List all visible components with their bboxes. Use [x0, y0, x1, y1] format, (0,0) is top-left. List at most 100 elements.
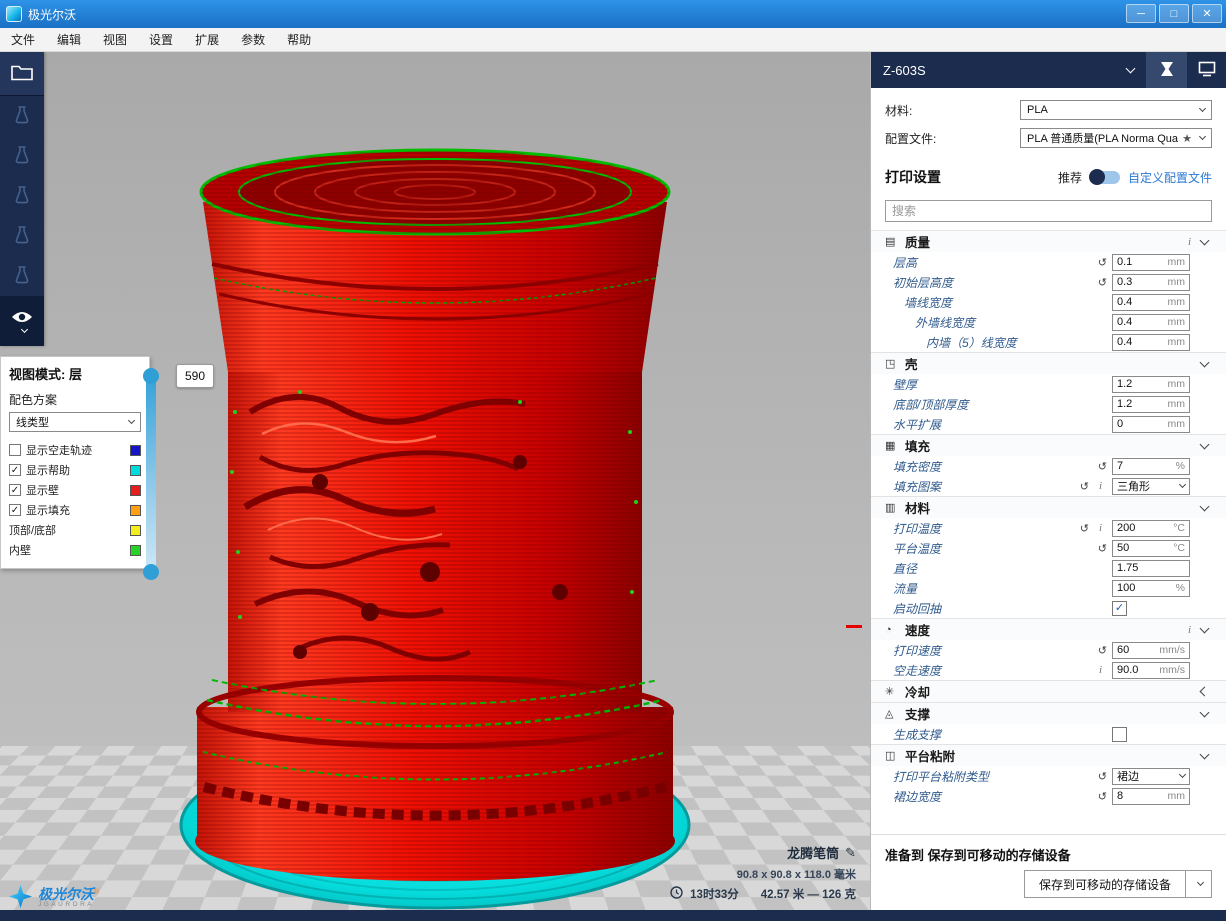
material-select[interactable]: PLA	[1020, 100, 1212, 120]
menu-item-3[interactable]: 设置	[138, 28, 184, 51]
setting-value: 50	[1117, 542, 1173, 554]
move-tool-button[interactable]	[0, 96, 44, 136]
section-header-2[interactable]: ▦填充	[871, 434, 1226, 456]
setting-input[interactable]: 1.75	[1112, 560, 1190, 577]
reset-icon[interactable]: ↺	[1098, 460, 1107, 473]
recommended-label: 推荐	[1058, 169, 1082, 186]
chevron-down-icon	[20, 326, 27, 333]
menu-item-6[interactable]: 帮助	[276, 28, 322, 51]
view-option-checkbox[interactable]: ✓	[9, 504, 21, 516]
chevron-down-icon[interactable]	[1200, 357, 1210, 367]
menu-item-1[interactable]: 编辑	[46, 28, 92, 51]
view-option-checkbox[interactable]	[9, 444, 21, 456]
setting-input[interactable]: 1.2mm	[1112, 376, 1190, 393]
setting-input[interactable]: 0.1mm	[1112, 254, 1190, 271]
setting-input[interactable]: 60mm/s	[1112, 642, 1190, 659]
reset-icon[interactable]: ↺	[1098, 542, 1107, 555]
view-mode-panel: 视图模式: 层 配色方案 线类型 显示空走轨迹✓显示帮助✓显示壁✓显示填充顶部/…	[0, 356, 150, 569]
chevron-down-icon[interactable]	[1200, 749, 1210, 759]
save-to-removable-button[interactable]: 保存到可移动的存储设备	[1024, 870, 1186, 898]
setting-input[interactable]: 0mm	[1112, 416, 1190, 433]
settings-sections: ▤质量i层高↺0.1mm初始层高度↺0.3mm墙线宽度0.4mm外墙线宽度0.4…	[871, 230, 1226, 806]
info-icon[interactable]: i	[1183, 624, 1196, 636]
menu-item-5[interactable]: 参数	[230, 28, 276, 51]
info-icon[interactable]: i	[1094, 522, 1107, 534]
machine-select[interactable]: Z-603S	[871, 52, 1146, 88]
model-info-overlay: 龙腾笔筒 ✎ 90.8 x 90.8 x 118.0 毫米 13时33分 42.…	[670, 843, 856, 902]
layer-slider-handle-top[interactable]	[143, 368, 159, 384]
setting-input[interactable]: 7%	[1112, 458, 1190, 475]
recommended-toggle[interactable]	[1090, 171, 1120, 184]
setting-input[interactable]: 50°C	[1112, 540, 1190, 557]
section-header-5[interactable]: ✳冷却	[871, 680, 1226, 702]
chevron-down-icon[interactable]	[1200, 235, 1210, 245]
open-file-button[interactable]	[0, 52, 44, 96]
rotate-tool-button[interactable]	[0, 176, 44, 216]
setting-input[interactable]: 100%	[1112, 580, 1190, 597]
setting-input[interactable]: 0.4mm	[1112, 314, 1190, 331]
layer-slider-handle-bottom[interactable]	[143, 564, 159, 580]
chevron-left-icon[interactable]	[1200, 687, 1210, 697]
chevron-down-icon[interactable]	[1200, 623, 1210, 633]
section-header-3[interactable]: ▥材料	[871, 496, 1226, 518]
setting-input[interactable]: 0.4mm	[1112, 294, 1190, 311]
reset-icon[interactable]: ↺	[1098, 276, 1107, 289]
color-swatch	[130, 525, 141, 536]
info-icon[interactable]: i	[1094, 664, 1107, 676]
info-icon[interactable]: i	[1183, 236, 1196, 248]
color-swatch	[130, 545, 141, 556]
view-option-checkbox[interactable]: ✓	[9, 464, 21, 476]
section-header-1[interactable]: ◳壳	[871, 352, 1226, 374]
close-button[interactable]: ✕	[1192, 4, 1222, 23]
menu-item-2[interactable]: 视图	[92, 28, 138, 51]
setting-row: 填充图案↺i三角形	[871, 476, 1226, 496]
slice-view-button[interactable]	[1146, 52, 1186, 88]
setting-unit: mm/s	[1159, 644, 1185, 656]
setting-unit: mm	[1168, 336, 1186, 348]
setting-input[interactable]: 0.3mm	[1112, 274, 1190, 291]
setting-select[interactable]: 裙边	[1112, 768, 1190, 785]
reset-icon[interactable]: ↺	[1080, 522, 1089, 535]
custom-profile-link[interactable]: 自定义配置文件	[1128, 169, 1212, 186]
mirror-tool-button[interactable]	[0, 216, 44, 256]
settings-search-input[interactable]	[885, 200, 1212, 222]
layer-slider-track[interactable]	[146, 368, 156, 580]
view-option-checkbox[interactable]: ✓	[9, 484, 21, 496]
reset-icon[interactable]: ↺	[1080, 480, 1089, 493]
reset-icon[interactable]: ↺	[1098, 770, 1107, 783]
setting-value: 60	[1117, 644, 1159, 656]
menu-item-0[interactable]: 文件	[0, 28, 46, 51]
chevron-down-icon[interactable]	[1200, 707, 1210, 717]
edit-pencil-icon[interactable]: ✎	[845, 845, 856, 861]
color-scheme-select[interactable]: 线类型	[9, 412, 141, 432]
setting-input[interactable]: 1.2mm	[1112, 396, 1190, 413]
setting-value: 裙边	[1117, 768, 1176, 784]
reset-icon[interactable]: ↺	[1098, 790, 1107, 803]
chevron-down-icon[interactable]	[1200, 439, 1210, 449]
info-icon[interactable]: i	[1094, 480, 1107, 492]
setting-select[interactable]: 三角形	[1112, 478, 1190, 495]
section-header-7[interactable]: ◫平台粘附	[871, 744, 1226, 766]
maximize-button[interactable]: □	[1159, 4, 1189, 23]
layer-view-button[interactable]	[0, 296, 44, 346]
setting-label: 初始层高度	[893, 274, 1093, 291]
profile-select[interactable]: PLA 普通质量(PLA Norma Qua ★	[1020, 128, 1212, 148]
minimize-button[interactable]: ─	[1126, 4, 1156, 23]
setting-input[interactable]: 0.4mm	[1112, 334, 1190, 351]
chevron-down-icon[interactable]	[1200, 501, 1210, 511]
section-header-0[interactable]: ▤质量i	[871, 230, 1226, 252]
menu-item-4[interactable]: 扩展	[184, 28, 230, 51]
setting-checkbox[interactable]: ✓	[1112, 601, 1127, 616]
section-header-4[interactable]: ◔速度i	[871, 618, 1226, 640]
reset-icon[interactable]: ↺	[1098, 256, 1107, 269]
machine-view-button[interactable]	[1186, 52, 1226, 88]
setting-input[interactable]: 200°C	[1112, 520, 1190, 537]
setting-input[interactable]: 90.0mm/s	[1112, 662, 1190, 679]
setting-checkbox[interactable]	[1112, 727, 1127, 742]
reset-icon[interactable]: ↺	[1098, 644, 1107, 657]
section-header-6[interactable]: ◬支撑	[871, 702, 1226, 724]
save-options-arrow-button[interactable]	[1186, 870, 1212, 898]
scale-tool-button[interactable]	[0, 136, 44, 176]
per-model-settings-button[interactable]	[0, 256, 44, 296]
setting-input[interactable]: 8mm	[1112, 788, 1190, 805]
